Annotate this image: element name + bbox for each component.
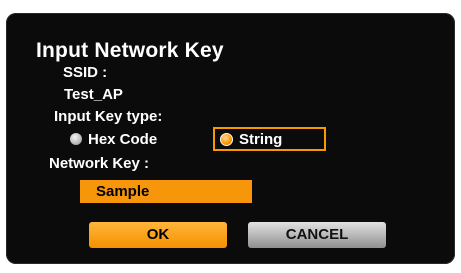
- cancel-button[interactable]: CANCEL: [248, 222, 386, 248]
- key-type-label: Input Key type:: [54, 108, 163, 125]
- ssid-value: Test_AP: [64, 86, 123, 103]
- ssid-label: SSID :: [63, 64, 108, 81]
- radio-hex-code[interactable]: Hex Code: [70, 127, 157, 151]
- ok-button[interactable]: OK: [89, 222, 227, 248]
- radio-string[interactable]: String: [213, 127, 326, 151]
- dialog-title: Input Network Key: [36, 39, 224, 62]
- radio-hex-code-label: Hex Code: [88, 130, 158, 148]
- network-key-dialog: Input Network Key SSID : Test_AP Input K…: [6, 13, 455, 264]
- radio-on-icon: [220, 132, 233, 146]
- radio-off-icon: [70, 133, 82, 145]
- network-key-input[interactable]: Sample: [80, 180, 252, 203]
- radio-string-label: String: [239, 130, 283, 148]
- network-key-label: Network Key :: [49, 155, 150, 172]
